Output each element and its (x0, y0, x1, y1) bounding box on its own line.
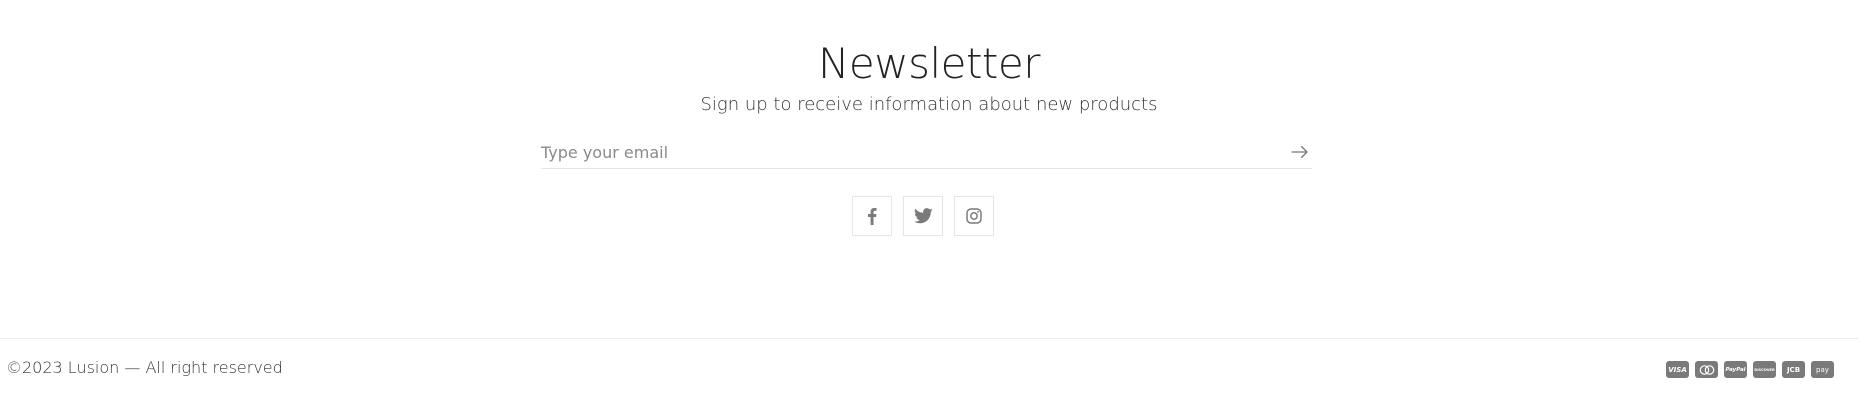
instagram-link[interactable] (954, 196, 994, 236)
arrow-right-icon (1291, 145, 1308, 159)
copyright-text: ©2023 Lusion — All right reserved (6, 358, 283, 377)
paypal-icon: PayPal (1724, 361, 1747, 378)
amazon-pay-icon: pay (1811, 361, 1834, 378)
email-form (541, 136, 1312, 169)
newsletter-section: Newsletter Sign up to receive informatio… (0, 34, 1858, 120)
paypal-label: PayPal (1725, 366, 1746, 373)
subscribe-button[interactable] (1288, 140, 1312, 164)
page: Newsletter Sign up to receive informatio… (0, 0, 1858, 407)
email-input[interactable] (541, 138, 1288, 166)
jcb-icon: JCB (1782, 361, 1805, 378)
visa-label: VISA (1668, 365, 1687, 374)
instagram-icon (966, 208, 982, 224)
social-links (852, 196, 994, 236)
facebook-link[interactable] (852, 196, 892, 236)
payment-methods: VISA PayPal DISCOVER JCB pay (1666, 361, 1834, 378)
footer-divider (0, 338, 1858, 339)
newsletter-subtitle: Sign up to receive information about new… (700, 94, 1158, 115)
discover-icon: DISCOVER (1753, 361, 1776, 378)
twitter-link[interactable] (903, 196, 943, 236)
mastercard-icon (1695, 361, 1718, 378)
discover-label: DISCOVER (1754, 367, 1775, 372)
visa-icon: VISA (1666, 361, 1689, 378)
facebook-icon (868, 208, 877, 225)
twitter-icon (913, 208, 933, 224)
mastercard-circles (1699, 364, 1714, 375)
jcb-label: JCB (1786, 365, 1801, 374)
newsletter-title: Newsletter (817, 39, 1041, 88)
amazon-pay-label: pay (1816, 365, 1829, 374)
